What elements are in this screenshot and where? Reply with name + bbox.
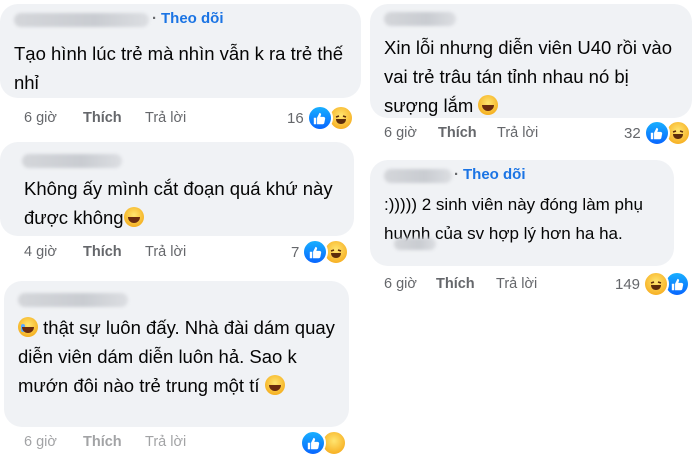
comment-text: Xin lỗi nhưng diễn viên U40 rồi vào vai …	[384, 37, 673, 116]
commenter-name-blurred[interactable]	[14, 13, 149, 27]
reply-action-button[interactable]: Trả lời	[145, 110, 186, 126]
reaction-summary-4[interactable]: 32	[624, 120, 691, 146]
like-action-button[interactable]: Thích	[83, 434, 122, 450]
timestamp[interactable]: 6 giờ	[384, 276, 417, 292]
like-icon	[300, 430, 326, 456]
comment-bubble-2: Không ấy mình cắt đoạn quá khứ này được …	[0, 142, 354, 236]
like-action-button[interactable]: Thích	[436, 276, 475, 292]
timestamp[interactable]: 6 giờ	[384, 125, 417, 141]
crying-emoji-icon	[18, 317, 38, 337]
attachment-blurred	[394, 238, 436, 250]
reaction-count: 16	[287, 109, 304, 127]
reply-action-button[interactable]: Trả lời	[497, 125, 538, 141]
reaction-count: 7	[291, 243, 300, 261]
haha-icon	[643, 271, 670, 297]
commenter-name-blurred[interactable]	[22, 154, 122, 168]
laughing-emoji-icon	[123, 207, 144, 227]
reply-action-button[interactable]: Trả lời	[496, 276, 537, 292]
reaction-summary-1[interactable]: 16	[287, 105, 354, 131]
follow-link[interactable]: · Theo dõi	[152, 10, 224, 27]
like-icon	[306, 105, 333, 131]
like-icon	[643, 120, 670, 146]
like-action-button[interactable]: Thích	[83, 110, 122, 126]
reaction-count: 149	[615, 275, 641, 293]
like-action-button[interactable]: Thích	[438, 125, 477, 141]
comment-bubble-4: Xin lỗi nhưng diễn viên U40 rồi vào vai …	[370, 4, 692, 118]
timestamp[interactable]: 4 giờ	[24, 244, 57, 260]
reaction-count: 32	[624, 124, 641, 142]
laughing-emoji-icon	[478, 95, 499, 115]
comment-bubble-1: · Theo dõi Tạo hình lúc trẻ mà nhìn vẫn k…	[0, 4, 361, 98]
reply-action-button[interactable]: Trả lời	[145, 434, 186, 450]
reply-action-button[interactable]: Trả lời	[145, 244, 186, 260]
comment-text: Tạo hình lúc trẻ mà nhìn vẫn k ra trẻ th…	[14, 43, 344, 93]
like-icon	[302, 239, 329, 265]
laughing-emoji-icon	[264, 375, 285, 395]
commenter-name-blurred[interactable]	[384, 12, 456, 26]
comment-text: Không ấy mình cắt đoạn quá khứ này được …	[24, 178, 333, 228]
reaction-summary-2[interactable]: 7	[291, 239, 350, 265]
timestamp[interactable]: 6 giờ	[24, 434, 57, 450]
comment-bubble-3: thật sự luôn đấy. Nhà đài dám quay diễn …	[4, 281, 349, 427]
comment-text: thật sự luôn đấy. Nhà đài dám quay diễn …	[18, 317, 335, 396]
timestamp[interactable]: 6 giờ	[24, 110, 57, 126]
comment-meta-3: 6 giờ Thích Trả lời	[0, 434, 345, 452]
commenter-name-blurred[interactable]	[384, 169, 452, 183]
follow-link[interactable]: · Theo dõi	[454, 166, 526, 183]
comment-bubble-5: · Theo dõi :))))) 2 sinh viên này đóng là…	[370, 160, 674, 266]
reaction-summary-3[interactable]	[300, 430, 347, 456]
reaction-summary-5[interactable]: 149	[615, 271, 691, 297]
commenter-name-blurred[interactable]	[18, 293, 128, 307]
like-action-button[interactable]: Thích	[83, 244, 122, 260]
